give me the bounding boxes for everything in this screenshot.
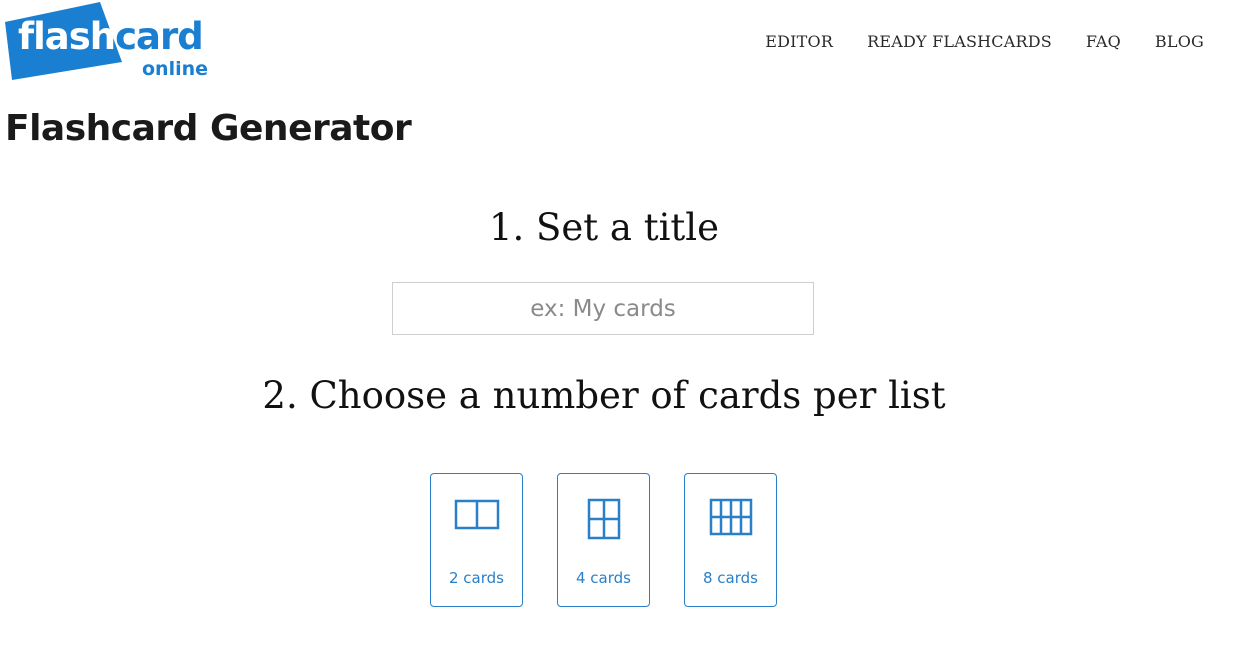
page-title: Flashcard Generator [5, 108, 412, 149]
logo-wordmark: flashcard [18, 15, 204, 58]
option-label: 2 cards [449, 569, 504, 587]
step2-heading: 2. Choose a number of cards per list [262, 374, 946, 417]
flashcard-online-logo[interactable]: flashcard online [0, 0, 215, 84]
four-card-layout-icon [558, 498, 649, 540]
nav-editor[interactable]: EDITOR [765, 32, 833, 51]
option-4-cards-button[interactable]: 4 cards [557, 473, 650, 607]
option-8-cards-button[interactable]: 8 cards [684, 473, 777, 607]
page: flashcard online EDITOR READY FLASHCARDS… [0, 0, 1234, 645]
nav-ready-flashcards[interactable]: READY FLASHCARDS [867, 32, 1052, 51]
option-label: 8 cards [703, 569, 758, 587]
logo-subtext: online [142, 58, 209, 80]
main-nav: EDITOR READY FLASHCARDS FAQ BLOG [765, 32, 1204, 51]
step1-heading: 1. Set a title [488, 206, 720, 249]
nav-faq[interactable]: FAQ [1086, 32, 1121, 51]
option-label: 4 cards [576, 569, 631, 587]
title-input[interactable] [392, 282, 814, 335]
two-card-layout-icon [431, 498, 522, 530]
card-count-options: 2 cards 4 cards 8 cards [430, 473, 777, 607]
eight-card-layout-icon [685, 498, 776, 536]
nav-blog[interactable]: BLOG [1155, 32, 1204, 51]
option-2-cards-button[interactable]: 2 cards [430, 473, 523, 607]
